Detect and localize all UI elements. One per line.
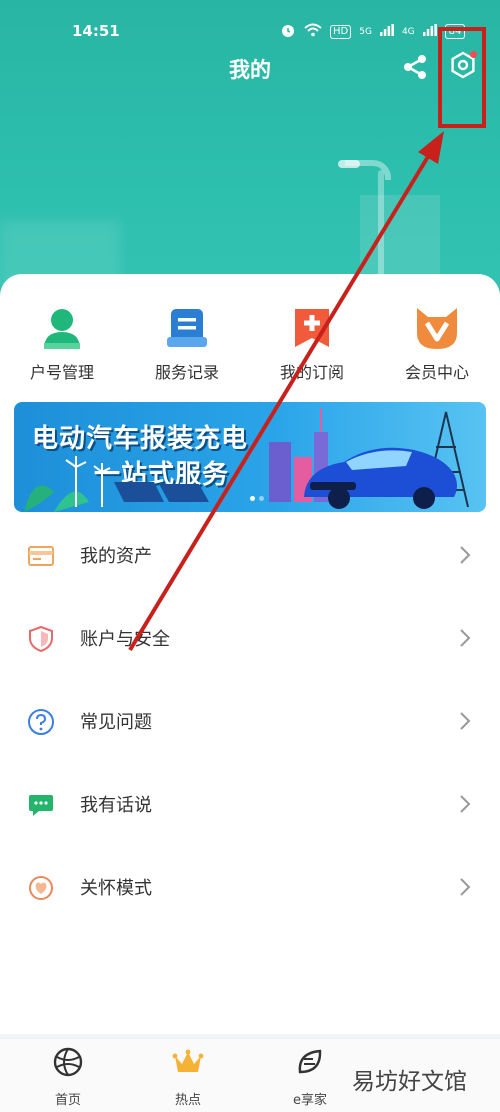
banner-pagination: [250, 496, 264, 501]
share-button[interactable]: [400, 52, 430, 82]
chat-icon: [29, 795, 53, 816]
quick-action-account[interactable]: 户号管理: [12, 300, 112, 383]
alarm-icon: [280, 22, 296, 41]
tab-hot[interactable]: 热点: [148, 1045, 228, 1108]
signal-bars-icon: [422, 24, 437, 39]
menu-item-label: 账户与安全: [80, 629, 170, 650]
pagination-dot: [250, 496, 255, 501]
tab-label: e享家: [293, 1093, 327, 1108]
question-icon: [28, 709, 54, 735]
signal-bars-icon: [379, 24, 394, 39]
chevron-right-icon: [460, 629, 471, 647]
status-bar: 14:51 HD 5G 4G 84: [0, 18, 500, 46]
signal-4g-label: 4G: [401, 26, 415, 37]
hd-badge: HD: [330, 24, 352, 39]
status-time: 14:51: [72, 22, 120, 40]
quick-action-subscriptions[interactable]: 我的订阅: [262, 300, 362, 383]
wifi-icon: [304, 23, 322, 40]
shield-icon: [29, 625, 53, 653]
person-icon: [39, 305, 85, 351]
menu-item-label: 常见问题: [80, 712, 152, 733]
street-lamp-head: [338, 160, 360, 168]
menu-item-label: 我有话说: [80, 795, 152, 816]
quick-actions: 户号管理 服务记录 我的订阅 会员中心: [0, 300, 500, 390]
quick-action-label: 会员中心: [404, 363, 469, 382]
annotation-highlight-box: [438, 27, 486, 128]
menu-item-assets[interactable]: 我的资产: [0, 514, 500, 597]
tab-e-home[interactable]: e享家: [270, 1045, 350, 1108]
menu-item-care-mode[interactable]: 关怀模式: [0, 846, 500, 929]
quick-action-label: 服务记录: [154, 363, 219, 382]
quick-action-service-records[interactable]: 服务记录: [137, 300, 237, 383]
menu-item-label: 我的资产: [80, 546, 152, 567]
tab-label: 首页: [54, 1093, 81, 1108]
bookmark-plus-icon: [289, 305, 335, 351]
watermark: 易坊好文馆: [352, 1069, 467, 1095]
menu-item-label: 关怀模式: [80, 878, 152, 899]
quick-action-membership[interactable]: 会员中心: [387, 300, 487, 383]
care-icon: [29, 876, 53, 900]
menu-item-faq[interactable]: 常见问题: [0, 680, 500, 763]
chevron-right-icon: [460, 712, 471, 730]
tab-home[interactable]: 首页: [28, 1045, 108, 1108]
card-icon: [28, 546, 54, 566]
menu-item-feedback[interactable]: 我有话说: [0, 763, 500, 846]
menu-item-account-security[interactable]: 账户与安全: [0, 597, 500, 680]
crown-icon: [172, 1049, 204, 1072]
fox-v-icon: [414, 305, 460, 351]
globe-icon: [53, 1047, 83, 1077]
leaf-e-icon: [298, 1049, 322, 1074]
tab-label: 热点: [174, 1093, 201, 1108]
document-icon: [164, 305, 210, 351]
chevron-right-icon: [460, 546, 471, 564]
quick-action-label: 我的订阅: [279, 363, 344, 382]
pagination-dot: [259, 496, 264, 501]
share-icon: [404, 55, 426, 79]
quick-action-label: 户号管理: [29, 363, 94, 382]
chevron-right-icon: [460, 878, 471, 896]
chevron-right-icon: [460, 795, 471, 813]
signal-5g-label: 5G: [359, 26, 372, 37]
ev-charging-banner[interactable]: 电动汽车报装充电 一站式服务: [14, 402, 486, 512]
